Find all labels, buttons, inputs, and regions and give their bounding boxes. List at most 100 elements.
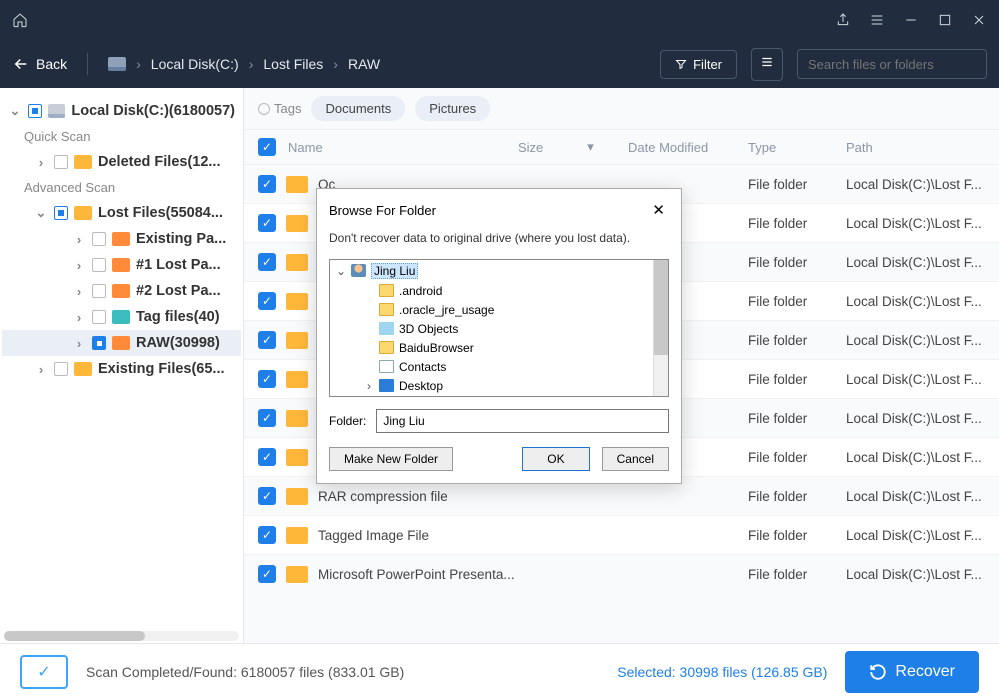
drive-icon	[48, 104, 66, 118]
row-name: Tagged Image File	[318, 528, 518, 543]
checkbox[interactable]	[92, 232, 106, 246]
advanced-scan-heading: Advanced Scan	[2, 175, 241, 200]
tree-item[interactable]: ›Existing Pa...	[2, 226, 241, 252]
tag-icon	[258, 103, 270, 115]
select-all-checkbox[interactable]	[258, 138, 276, 156]
scan-status: Scan Completed/Found: 6180057 files (833…	[86, 664, 599, 680]
close-icon[interactable]	[971, 12, 987, 28]
dialog-close-button[interactable]: ✕	[648, 199, 669, 221]
tree-item[interactable]: ›Tag files(40)	[2, 304, 241, 330]
maximize-icon[interactable]	[937, 12, 953, 28]
row-checkbox[interactable]	[258, 292, 276, 310]
folder-label: Folder:	[329, 414, 366, 428]
search-box[interactable]	[797, 49, 987, 79]
chevron-icon[interactable]: ›	[72, 310, 86, 325]
tree-item[interactable]: ›Deleted Files(12...	[2, 149, 241, 175]
share-icon[interactable]	[835, 12, 851, 28]
col-date[interactable]: Date Modified	[628, 140, 748, 155]
checkbox[interactable]	[92, 258, 106, 272]
tree-root[interactable]: ⌄ Local Disk(C:)(6180057)	[2, 98, 241, 124]
chevron-icon[interactable]: ⌄	[336, 264, 346, 278]
user-icon	[351, 264, 366, 277]
col-type[interactable]: Type	[748, 140, 846, 155]
view-toggle-button[interactable]	[751, 48, 783, 81]
tag-chip-pictures[interactable]: Pictures	[415, 96, 490, 121]
col-size[interactable]: Size▾	[518, 139, 628, 155]
row-checkbox[interactable]	[258, 526, 276, 544]
chevron-icon[interactable]: ›	[34, 155, 48, 170]
chevron-icon[interactable]: ›	[364, 379, 374, 393]
checkbox[interactable]	[92, 284, 106, 298]
menu-icon[interactable]	[869, 12, 885, 28]
chevron-icon[interactable]: ⌄	[34, 205, 48, 221]
tree-item[interactable]: ›#2 Lost Pa...	[2, 278, 241, 304]
checkbox-partial[interactable]	[28, 104, 42, 118]
row-checkbox[interactable]	[258, 175, 276, 193]
row-checkbox[interactable]	[258, 487, 276, 505]
checkbox[interactable]	[92, 310, 106, 324]
table-header: Name Size▾ Date Modified Type Path	[244, 129, 999, 164]
table-row[interactable]: Microsoft PowerPoint Presenta...File fol…	[244, 554, 999, 593]
folder-icon	[112, 232, 130, 246]
back-label: Back	[36, 56, 67, 72]
folder-icon	[286, 449, 308, 466]
tree-item[interactable]: ›RAW(30998)	[2, 330, 241, 356]
chevron-down-icon[interactable]: ⌄	[8, 103, 22, 119]
row-checkbox[interactable]	[258, 565, 276, 583]
search-input[interactable]	[808, 57, 984, 72]
ok-button[interactable]: OK	[522, 447, 589, 471]
row-path: Local Disk(C:)\Lost F...	[846, 177, 985, 192]
tree-item[interactable]: ›Existing Files(65...	[2, 356, 241, 382]
folder-icon	[74, 362, 92, 376]
dialog-tree-label: Jing Liu	[371, 263, 418, 279]
row-checkbox[interactable]	[258, 214, 276, 232]
dialog-tree-item[interactable]: Contacts	[330, 357, 668, 376]
dialog-tree-item[interactable]: ›Desktop	[330, 376, 668, 395]
breadcrumb-item[interactable]: Local Disk(C:)	[151, 56, 239, 72]
col-path[interactable]: Path	[846, 140, 985, 155]
tag-chip-documents[interactable]: Documents	[311, 96, 405, 121]
dialog-tree-item[interactable]: ⌄ Jing Liu	[330, 260, 668, 281]
checkbox[interactable]	[92, 336, 106, 350]
dialog-tree-item[interactable]: BaiduBrowser	[330, 338, 668, 357]
row-checkbox[interactable]	[258, 409, 276, 427]
row-type: File folder	[748, 177, 846, 192]
recover-button[interactable]: Recover	[845, 651, 979, 693]
dialog-tree-item[interactable]: .oracle_jre_usage	[330, 300, 668, 319]
row-checkbox[interactable]	[258, 370, 276, 388]
row-checkbox[interactable]	[258, 331, 276, 349]
home-icon[interactable]	[12, 12, 28, 28]
desktop-icon	[379, 379, 394, 392]
row-checkbox[interactable]	[258, 448, 276, 466]
chevron-icon[interactable]: ›	[72, 232, 86, 247]
minimize-icon[interactable]	[903, 12, 919, 28]
tags-label: Tags	[258, 101, 301, 116]
folder-input[interactable]	[376, 409, 669, 433]
chevron-icon[interactable]: ›	[72, 258, 86, 273]
row-type: File folder	[748, 411, 846, 426]
col-name[interactable]: Name	[288, 140, 518, 155]
chevron-icon[interactable]: ›	[72, 284, 86, 299]
checkbox[interactable]	[54, 362, 68, 376]
back-button[interactable]: Back	[12, 55, 67, 73]
cancel-button[interactable]: Cancel	[602, 447, 669, 471]
dialog-tree-item[interactable]: 3D Objects	[330, 319, 668, 338]
breadcrumb-item[interactable]: Lost Files	[263, 56, 323, 72]
dialog-tree-label: .android	[399, 284, 442, 298]
checkbox[interactable]	[54, 206, 68, 220]
row-checkbox[interactable]	[258, 253, 276, 271]
chevron-icon[interactable]: ›	[72, 336, 86, 351]
table-row[interactable]: Tagged Image FileFile folderLocal Disk(C…	[244, 515, 999, 554]
filter-button[interactable]: Filter	[660, 50, 737, 79]
dialog-scrollbar[interactable]	[653, 260, 668, 396]
dialog-folder-tree[interactable]: ⌄ Jing Liu .android .oracle_jre_usage3D Obj…	[329, 259, 669, 397]
dialog-tree-item[interactable]: .android	[330, 281, 668, 300]
folder-icon	[286, 566, 308, 583]
make-new-folder-button[interactable]: Make New Folder	[329, 447, 453, 471]
sidebar-scrollbar[interactable]	[4, 631, 239, 641]
tree-item[interactable]: ⌄Lost Files(55084...	[2, 200, 241, 226]
tree-item[interactable]: ›#1 Lost Pa...	[2, 252, 241, 278]
checkbox[interactable]	[54, 155, 68, 169]
chevron-icon[interactable]: ›	[34, 362, 48, 377]
breadcrumb-item[interactable]: RAW	[348, 56, 380, 72]
